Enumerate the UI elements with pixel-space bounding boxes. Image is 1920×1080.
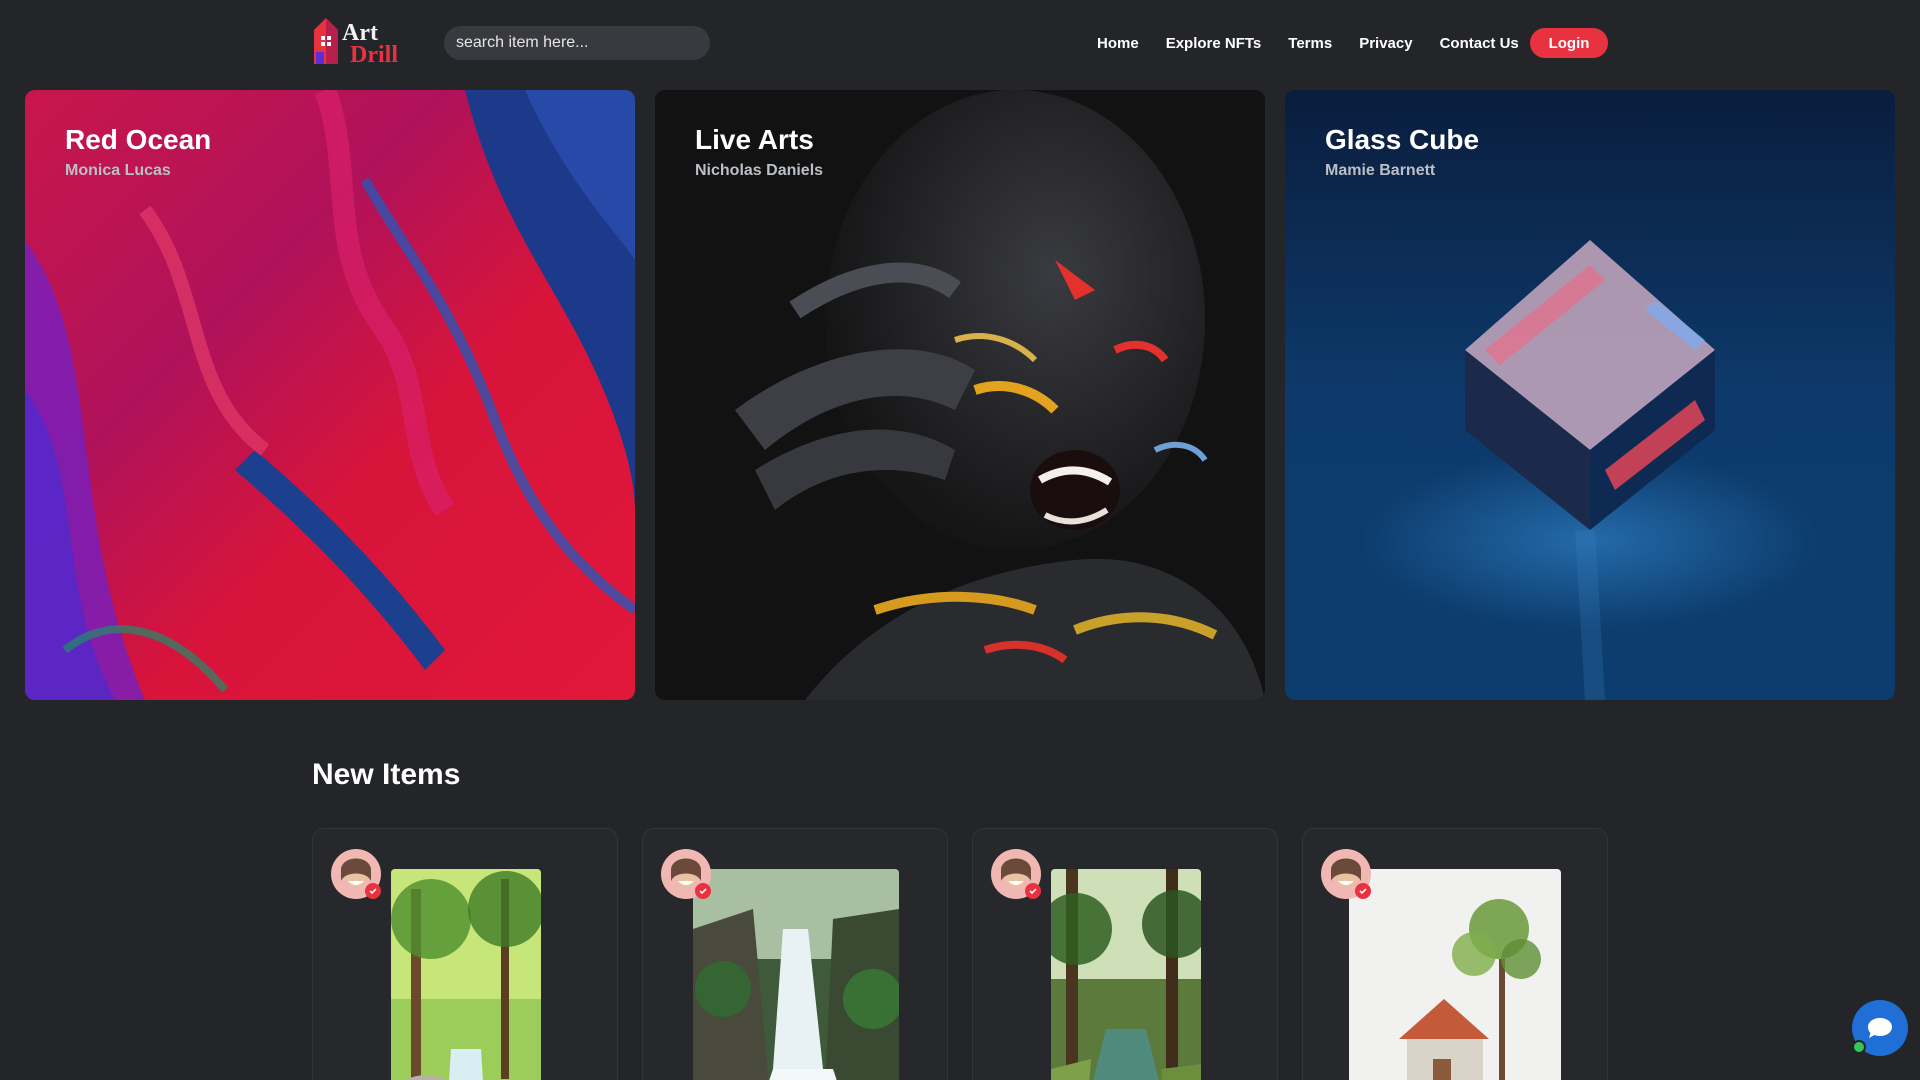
red-ocean-artwork <box>25 90 635 700</box>
nav-terms[interactable]: Terms <box>1288 35 1332 52</box>
featured-card-red-ocean[interactable]: Red Ocean Monica Lucas <box>25 90 635 700</box>
item-thumbnail[interactable] <box>1349 869 1561 1080</box>
search-input[interactable] <box>444 26 710 60</box>
featured-title: Glass Cube <box>1325 124 1480 155</box>
nav-contact-us[interactable]: Contact Us <box>1440 35 1519 52</box>
item-card[interactable] <box>642 828 948 1080</box>
nav-explore-nfts[interactable]: Explore NFTs <box>1166 35 1262 52</box>
featured-card-live-arts[interactable]: Live Arts Nicholas Daniels <box>655 90 1265 700</box>
watercolor-house-image <box>1349 869 1561 1080</box>
featured-title: Live Arts <box>695 124 814 155</box>
new-items-list <box>312 828 1608 1080</box>
featured-carousel: Red Ocean Monica Lucas Live Arts Nichola… <box>25 90 1895 700</box>
verified-check-icon <box>695 883 711 899</box>
login-button[interactable]: Login <box>1530 28 1608 58</box>
featured-artist[interactable]: Mamie Barnett <box>1325 162 1435 180</box>
item-thumbnail[interactable] <box>1051 869 1201 1080</box>
online-status-dot <box>1852 1040 1866 1054</box>
waterfall-image <box>693 869 899 1080</box>
nav-home[interactable]: Home <box>1097 35 1139 52</box>
featured-artist[interactable]: Monica Lucas <box>65 162 171 180</box>
item-card[interactable] <box>1302 828 1608 1080</box>
site-logo[interactable]: Art Drill <box>312 16 416 68</box>
main-nav: Home Explore NFTs Terms Privacy Contact … <box>1097 0 1519 86</box>
live-arts-artwork <box>655 90 1265 700</box>
verified-check-icon <box>1355 883 1371 899</box>
verified-check-icon <box>1025 883 1041 899</box>
glass-cube-artwork <box>1285 90 1895 700</box>
item-card[interactable] <box>972 828 1278 1080</box>
forest-stream-image <box>391 869 541 1080</box>
item-thumbnail[interactable] <box>693 869 899 1080</box>
chat-bubble-icon <box>1868 1018 1892 1038</box>
featured-card-glass-cube[interactable]: Glass Cube Mamie Barnett <box>1285 90 1895 700</box>
featured-artist[interactable]: Nicholas Daniels <box>695 162 823 180</box>
header: Art Drill Home Explore NFTs Terms Privac… <box>0 0 1920 90</box>
item-thumbnail[interactable] <box>391 869 541 1080</box>
svg-text:Drill: Drill <box>350 42 398 68</box>
item-card[interactable] <box>312 828 618 1080</box>
section-title-new-items: New Items <box>312 758 461 791</box>
verified-check-icon <box>365 883 381 899</box>
forest-river-image <box>1051 869 1201 1080</box>
nav-privacy[interactable]: Privacy <box>1359 35 1412 52</box>
featured-title: Red Ocean <box>65 124 212 155</box>
